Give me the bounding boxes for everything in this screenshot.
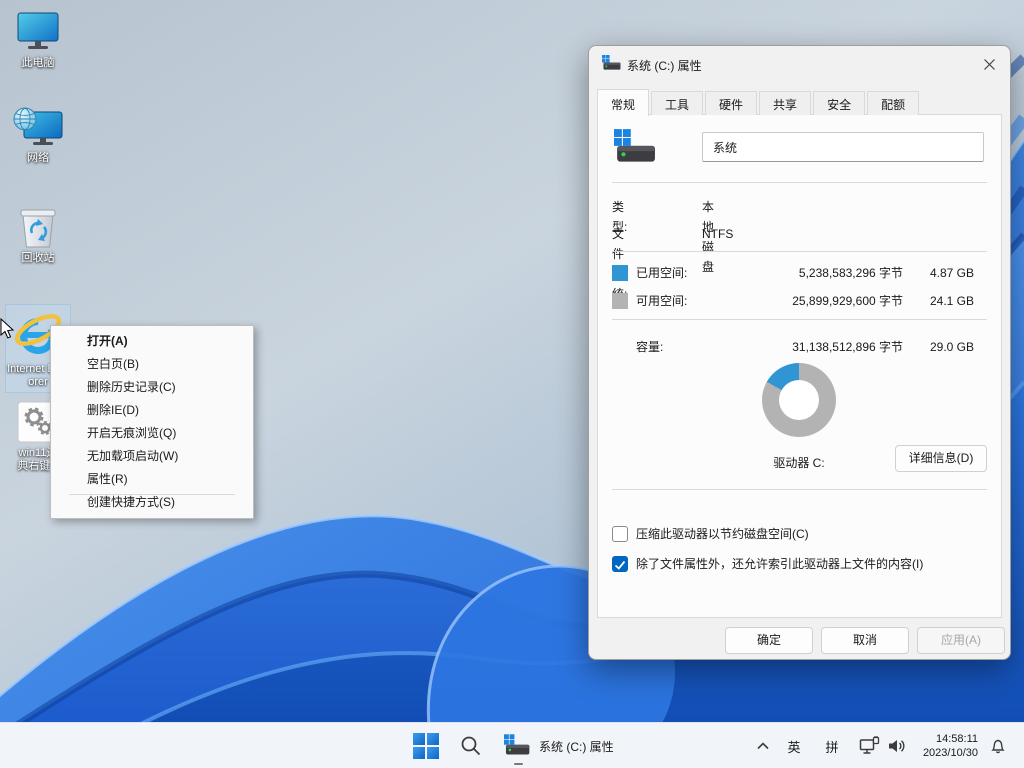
close-icon[interactable] — [978, 53, 1000, 75]
tab-hardware[interactable]: 硬件 — [705, 91, 757, 115]
free-space-bytes: 25,899,929,600 字节 — [792, 291, 903, 311]
desktop-icon-label: 网络 — [5, 152, 71, 165]
compress-checkbox-row: 压缩此驱动器以节约磁盘空间(C) — [598, 525, 1001, 545]
tab-page-general: 类型: 本地磁盘 文件系统: NTFS 已用空间: 5,238,583,296 … — [597, 114, 1002, 618]
apply-button[interactable]: 应用(A) — [917, 627, 1005, 654]
tray-clock[interactable]: 14:58:11 2023/10/30 — [898, 732, 978, 760]
tab-general[interactable]: 常规 — [597, 89, 649, 116]
compress-checkbox-label: 压缩此驱动器以节约磁盘空间(C) — [636, 525, 809, 543]
tray-ime-mode[interactable]: 拼 — [820, 723, 844, 768]
desktop-icon-recycle-bin[interactable]: 回收站 — [5, 205, 71, 265]
free-space-row: 可用空间: 25,899,929,600 字节 24.1 GB — [598, 291, 1001, 311]
network-icon — [12, 105, 64, 149]
dialog-title: 系统 (C:) 属性 — [627, 57, 702, 74]
volume-name-input[interactable] — [702, 132, 984, 162]
separator — [612, 319, 987, 320]
separator — [612, 182, 987, 183]
free-space-label: 可用空间: — [636, 291, 687, 311]
separator — [612, 489, 987, 490]
context-menu: 打开(A) 空白页(B) 删除历史记录(C) 删除IE(D) 开启无痕浏览(Q)… — [50, 325, 254, 519]
menu-item-properties[interactable]: 属性(R) — [51, 468, 253, 491]
ok-button[interactable]: 确定 — [725, 627, 813, 654]
menu-item-no-addons[interactable]: 无加载项启动(W) — [51, 445, 253, 468]
dialog-button-row: 确定 取消 应用(A) — [589, 627, 1010, 654]
index-checkbox-label: 除了文件属性外，还允许索引此驱动器上文件的内容(I) — [636, 555, 923, 573]
mouse-cursor — [0, 318, 18, 340]
properties-dialog: 系统 (C:) 属性 常规 工具 硬件 共享 安全 配额 类型: 本地磁盘 文件… — [588, 45, 1011, 660]
compress-checkbox[interactable] — [612, 526, 628, 542]
taskbar-app-label: 系统 (C:) 属性 — [539, 738, 614, 755]
menu-item-delete-ie[interactable]: 删除IE(D) — [51, 399, 253, 422]
disk-usage-donut-chart — [762, 363, 836, 437]
clock-time: 14:58:11 — [898, 732, 978, 746]
used-space-bytes: 5,238,583,296 字节 — [799, 263, 903, 283]
capacity-bytes: 31,138,512,896 字节 — [792, 337, 903, 357]
index-checkbox-row: 除了文件属性外，还允许索引此驱动器上文件的内容(I) — [598, 555, 1001, 575]
capacity-row: 容量: 31,138,512,896 字节 29.0 GB — [598, 337, 1001, 357]
tray-chevron-up-icon[interactable] — [750, 723, 776, 768]
menu-item-open[interactable]: 打开(A) — [51, 330, 253, 353]
search-icon[interactable] — [459, 734, 483, 758]
desktop-icon-label: 回收站 — [5, 252, 71, 265]
filesystem-value: NTFS — [702, 224, 733, 244]
tab-security[interactable]: 安全 — [813, 91, 865, 115]
used-space-size: 4.87 GB — [930, 263, 974, 283]
tray-network-icon[interactable] — [856, 723, 882, 768]
start-button-icon[interactable] — [413, 733, 439, 759]
index-checkbox[interactable] — [612, 556, 628, 572]
drive-icon-taskbar — [504, 734, 530, 758]
used-space-row: 已用空间: 5,238,583,296 字节 4.87 GB — [598, 263, 1001, 283]
dialog-tabs: 常规 工具 硬件 共享 安全 配额 — [597, 89, 921, 115]
desktop-icon-network[interactable]: 网络 — [5, 105, 71, 165]
desktop-icon-this-pc[interactable]: 此电脑 — [5, 12, 71, 70]
tray-ime-language[interactable]: 英 — [782, 723, 806, 768]
drive-icon — [602, 55, 621, 72]
capacity-label: 容量: — [636, 337, 663, 357]
menu-item-inprivate[interactable]: 开启无痕浏览(Q) — [51, 422, 253, 445]
drive-caption: 驱动器 C: — [719, 454, 879, 471]
tray-notifications-bell-icon[interactable] — [984, 723, 1012, 768]
menu-separator — [69, 494, 235, 495]
recycle-bin-icon — [17, 205, 59, 249]
details-button[interactable]: 详细信息(D) — [895, 445, 987, 472]
tab-tools[interactable]: 工具 — [651, 91, 703, 115]
free-space-size: 24.1 GB — [930, 291, 974, 311]
used-space-label: 已用空间: — [636, 263, 687, 283]
cancel-button[interactable]: 取消 — [821, 627, 909, 654]
desktop-icon-label: 此电脑 — [5, 57, 71, 70]
menu-item-blank-page[interactable]: 空白页(B) — [51, 353, 253, 376]
taskbar-app-properties[interactable]: 系统 (C:) 属性 — [496, 726, 624, 766]
free-space-swatch — [612, 293, 628, 309]
drive-icon-large — [614, 129, 656, 167]
used-space-swatch — [612, 265, 628, 281]
capacity-size: 29.0 GB — [930, 337, 974, 357]
tab-quota[interactable]: 配额 — [867, 91, 919, 115]
dialog-titlebar[interactable]: 系统 (C:) 属性 — [589, 46, 1010, 82]
menu-item-delete-history[interactable]: 删除历史记录(C) — [51, 376, 253, 399]
this-pc-icon — [14, 12, 62, 54]
running-indicator — [514, 763, 523, 765]
separator — [612, 251, 987, 252]
taskbar: 系统 (C:) 属性 英 拼 14:58:11 2023/10/30 — [0, 722, 1024, 768]
tab-sharing[interactable]: 共享 — [759, 91, 811, 115]
clock-date: 2023/10/30 — [898, 746, 978, 760]
